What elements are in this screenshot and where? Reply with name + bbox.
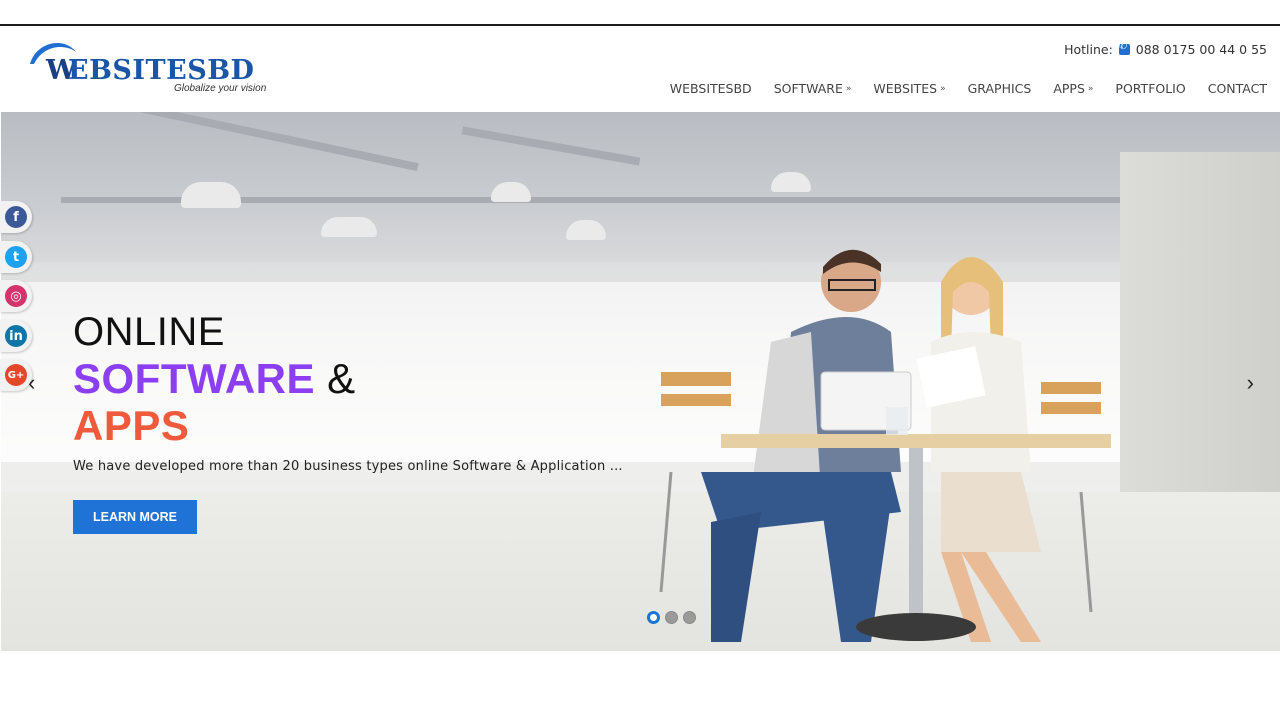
logo-text: EBSITESBD <box>68 55 255 86</box>
slider-dots <box>647 611 696 624</box>
chevron-down-icon: » <box>940 83 946 94</box>
nav-label: PORTFOLIO <box>1115 81 1186 96</box>
nav-item-apps[interactable]: APPS» <box>1053 81 1093 96</box>
nav-label: APPS <box>1053 81 1085 96</box>
nav-item-websitesbd[interactable]: WEBSITESBD <box>670 81 752 96</box>
learn-more-button[interactable]: LEARN MORE <box>73 500 197 534</box>
social-facebook[interactable]: f <box>0 201 32 233</box>
chevron-down-icon: » <box>1087 83 1094 94</box>
page: W EBSITESBD Globalize your vision Hotlin… <box>0 0 1280 720</box>
ceiling-lamp <box>566 220 606 240</box>
nav-label: WEBSITES <box>873 81 938 96</box>
hero-title-line1: ONLINE <box>73 310 225 354</box>
nav-item-graphics[interactable]: GRAPHICS <box>968 81 1032 96</box>
slider-dot-3[interactable] <box>683 611 696 624</box>
instagram-icon: ◎ <box>5 285 27 307</box>
nav-label: WEBSITESBD <box>669 81 752 96</box>
ceiling-lamp <box>491 182 531 202</box>
next-slide-arrow-icon[interactable]: › <box>1247 370 1254 396</box>
hero-title-line3: APPS <box>73 402 190 449</box>
twitter-icon: t <box>5 246 27 268</box>
social-instagram[interactable]: ◎ <box>0 280 32 312</box>
social-twitter[interactable]: t <box>0 241 32 273</box>
linkedin-icon: in <box>5 325 27 347</box>
nav-item-websites[interactable]: WEBSITES» <box>873 81 945 96</box>
google-plus-icon: G+ <box>5 364 27 386</box>
hero-title-ampersand: & <box>327 355 356 402</box>
slider-dot-2[interactable] <box>665 611 678 624</box>
nav-label: SOFTWARE <box>773 81 843 96</box>
nav-item-portfolio[interactable]: PORTFOLIO <box>1115 81 1185 96</box>
nav-item-software[interactable]: SOFTWARE» <box>774 81 852 96</box>
hotline-number[interactable]: 088 0175 00 44 0 55 <box>1136 42 1267 57</box>
hero-title-software: SOFTWARE <box>73 355 315 402</box>
hero-description: We have developed more than 20 business … <box>73 459 623 474</box>
social-linkedin[interactable]: in <box>0 320 32 352</box>
facebook-icon: f <box>5 206 27 228</box>
social-google-plus[interactable]: G+ <box>0 359 32 391</box>
hero-title-line2: SOFTWARE & <box>73 355 356 403</box>
logo[interactable]: W EBSITESBD Globalize your vision <box>24 34 274 96</box>
hotline: Hotline: 088 0175 00 44 0 55 <box>1064 41 1267 57</box>
nav-label: GRAPHICS <box>967 81 1032 96</box>
ceiling-lamp <box>181 182 241 208</box>
chevron-down-icon: » <box>845 83 852 94</box>
nav-item-contact[interactable]: CONTACT <box>1208 81 1267 96</box>
logo-tagline: Globalize your vision <box>174 83 267 94</box>
site-header: W EBSITESBD Globalize your vision Hotlin… <box>0 26 1280 112</box>
hotline-label: Hotline: <box>1064 42 1113 57</box>
slider-dot-1[interactable] <box>647 611 660 624</box>
nav-label: CONTACT <box>1207 81 1267 96</box>
phone-icon <box>1118 41 1130 55</box>
hero-people-image <box>659 249 1111 642</box>
ceiling-lamp <box>321 217 377 237</box>
main-nav: WEBSITESBD SOFTWARE» WEBSITES» GRAPHICS … <box>670 81 1267 96</box>
hero-slider: ONLINE SOFTWARE & APPS We have developed… <box>1 112 1280 651</box>
